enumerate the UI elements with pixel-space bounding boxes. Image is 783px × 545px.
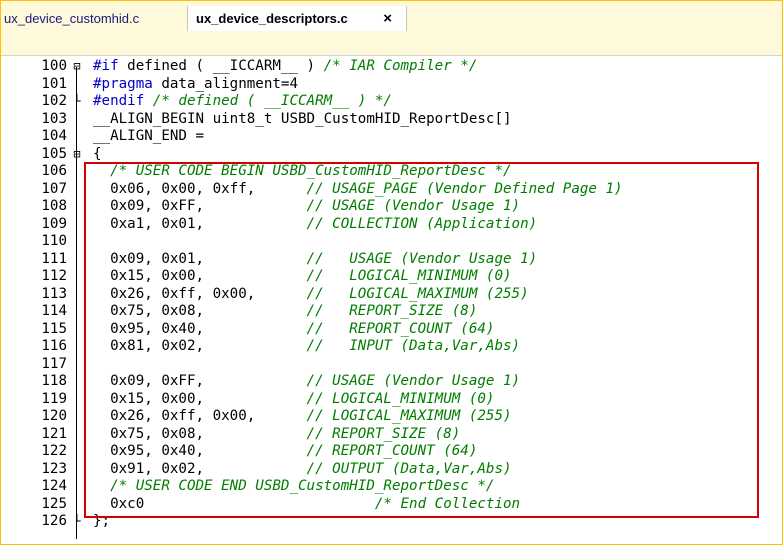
line-number: 122 (41, 443, 67, 459)
line-number: 118 (41, 373, 67, 389)
code-text: { (93, 146, 102, 164)
code-text: #pragma data_alignment=4 (93, 76, 298, 94)
tab-bar: ux_device_customhid.c ux_device_descript… (1, 1, 782, 31)
code-directive: #endif (93, 93, 145, 109)
line-number: 105 (41, 145, 67, 162)
fold-marker-icon[interactable]: └ (72, 93, 82, 111)
line-number: 125 (41, 495, 67, 512)
line-number: 123 (41, 460, 67, 477)
tab-ux-device-customhid[interactable]: ux_device_customhid.c (4, 6, 139, 31)
line-number: 100 (41, 58, 67, 74)
code-directive: #pragma (93, 75, 153, 92)
line-number: 116 (41, 338, 67, 354)
line-number: 101 (41, 75, 67, 92)
code-line[interactable]: 105 ⊟ { (1, 146, 782, 164)
line-number: 124 (41, 478, 67, 494)
line-number: 110 (41, 233, 67, 249)
line-number: 117 (41, 355, 67, 372)
code-token: data_alignment=4 (152, 75, 299, 92)
tab-label: ux_device_descriptors.c (196, 11, 348, 26)
close-tab-icon[interactable]: × (383, 6, 392, 31)
code-token: __ALIGN_END = (93, 128, 205, 144)
code-comment: /* IAR Compiler */ (323, 58, 478, 74)
fold-marker-icon[interactable]: ⊟ (72, 58, 82, 76)
editor-toolbar-strip (1, 31, 782, 56)
tab-label: ux_device_customhid.c (4, 11, 140, 26)
line-number: 109 (41, 215, 67, 232)
code-comment: /* defined ( __ICCARM__ ) */ (152, 93, 392, 109)
line-number: 121 (41, 425, 67, 442)
code-text: __ALIGN_BEGIN uint8_t USBD_CustomHID_Rep… (93, 111, 512, 129)
line-number: 103 (41, 110, 67, 127)
code-line[interactable]: 104 __ALIGN_END = (1, 128, 782, 146)
highlight-box (84, 162, 759, 518)
line-number: 119 (41, 390, 67, 407)
line-number: 120 (41, 408, 67, 424)
code-text: #endif /* defined ( __ICCARM__ ) */ (93, 93, 392, 111)
line-number: 102 (41, 93, 67, 109)
code-text: #if defined ( __ICCARM__ ) /* IAR Compil… (93, 58, 477, 76)
code-line[interactable]: 103 __ALIGN_BEGIN uint8_t USBD_CustomHID_… (1, 111, 782, 129)
line-number: 104 (41, 128, 67, 144)
line-number: 106 (41, 163, 67, 179)
code-token: __ALIGN_BEGIN uint8_t USBD_CustomHID_Rep… (93, 110, 512, 127)
line-number: 111 (41, 250, 67, 267)
editor-window: ux_device_customhid.c ux_device_descript… (0, 0, 783, 545)
line-number: 126 (41, 513, 67, 529)
line-number: 114 (41, 303, 67, 319)
line-number: 107 (41, 180, 67, 197)
code-line[interactable]: 102 └ #endif /* defined ( __ICCARM__ ) */ (1, 93, 782, 111)
fold-marker-icon[interactable]: ⊟ (72, 146, 82, 164)
line-number: 108 (41, 198, 67, 214)
code-line[interactable]: 101 #pragma data_alignment=4 (1, 76, 782, 94)
line-number: 115 (41, 320, 67, 337)
line-number: 112 (41, 268, 67, 284)
fold-marker-icon[interactable]: └ (72, 513, 82, 531)
code-line[interactable]: 100 ⊟ #if defined ( __ICCARM__ ) /* IAR Co… (1, 58, 782, 76)
code-text: __ALIGN_END = (93, 128, 204, 146)
line-number: 113 (41, 285, 67, 302)
code-directive: #if (93, 58, 119, 74)
tab-ux-device-descriptors[interactable]: ux_device_descriptors.c × (187, 6, 407, 31)
code-token: defined ( __ICCARM__ ) (118, 58, 324, 74)
code-token: { (93, 145, 102, 162)
